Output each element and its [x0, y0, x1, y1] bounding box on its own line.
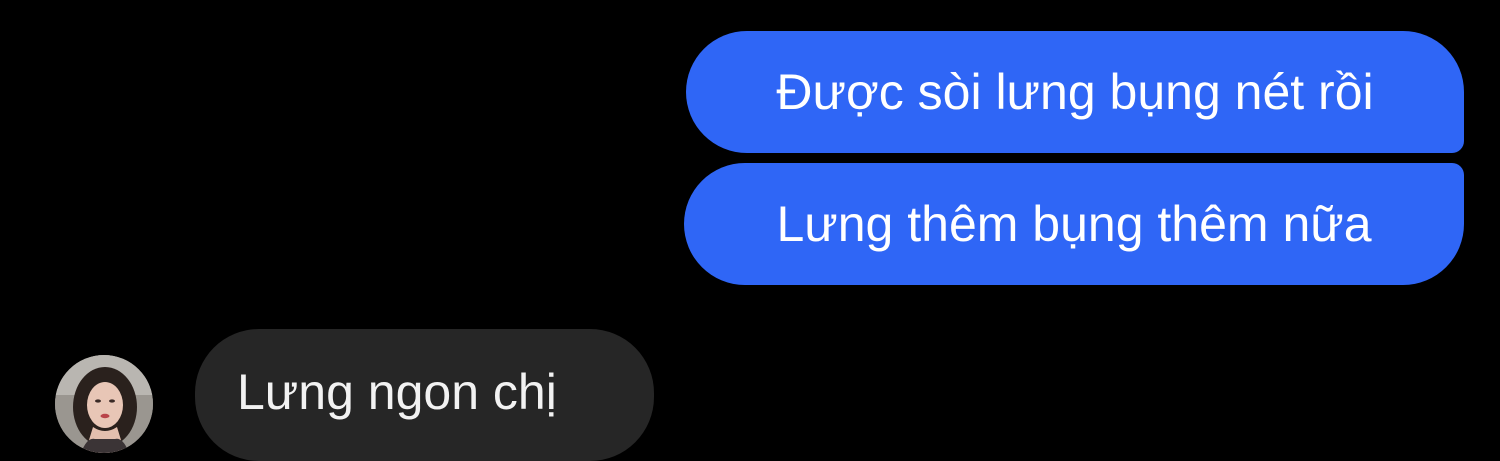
received-message-bubble[interactable]: Lưng ngon chị — [195, 329, 654, 461]
sent-message-text: Được sòi lưng bụng nét rồi — [776, 64, 1374, 120]
received-message-text: Lưng ngon chị — [237, 364, 557, 420]
avatar-photo-icon — [55, 355, 153, 453]
contact-avatar[interactable] — [55, 355, 153, 453]
sent-message-bubble[interactable]: Được sòi lưng bụng nét rồi — [686, 31, 1464, 153]
sent-message-bubble[interactable]: Lưng thêm bụng thêm nữa — [684, 163, 1464, 285]
sent-message-text: Lưng thêm bụng thêm nữa — [776, 196, 1372, 252]
